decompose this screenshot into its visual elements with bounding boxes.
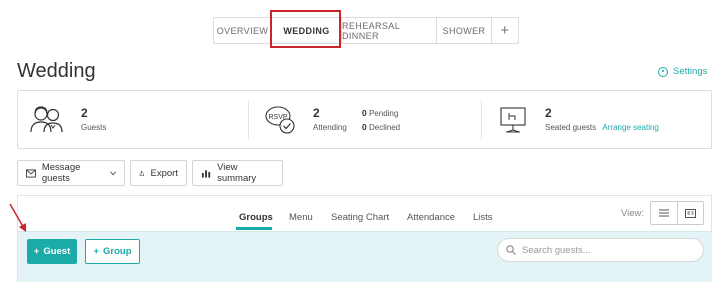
seated-count: 2	[545, 106, 552, 120]
seated-line: Seated guests Arrange seating	[545, 123, 659, 132]
declined-line: 0 Declined	[362, 122, 400, 132]
tab-overview[interactable]: OVERVIEW	[214, 18, 272, 43]
subtab-menu[interactable]: Menu	[289, 212, 313, 223]
page-title: Wedding	[17, 60, 96, 82]
gear-icon	[658, 66, 668, 77]
chevron-down-icon	[109, 170, 116, 176]
export-icon	[139, 170, 144, 176]
search-icon	[506, 245, 516, 255]
event-tabs: OVERVIEW WEDDING REHEARSAL DINNER SHOWER…	[213, 17, 519, 44]
guests-label: Guests	[81, 123, 107, 132]
tab-rehearsal-dinner[interactable]: REHEARSAL DINNER	[342, 18, 437, 43]
declined-count: 0	[362, 122, 367, 132]
pending-label: Pending	[368, 109, 399, 118]
message-guests-label: Message guests	[41, 162, 81, 184]
subtab-lists[interactable]: Lists	[473, 212, 493, 223]
stat-guests: 2 Guests	[18, 91, 248, 148]
card-view-icon	[684, 208, 696, 218]
couple-icon	[30, 106, 63, 133]
settings-label: Settings	[673, 66, 708, 77]
add-guest-label: Guest	[43, 246, 71, 257]
list-icon	[658, 209, 669, 217]
search-box	[497, 238, 704, 262]
stat-seated: 2 Seated guests Arrange seating	[482, 91, 712, 148]
highlight-annotation	[270, 10, 341, 48]
seated-label: Seated guests	[545, 123, 597, 132]
card-view-button[interactable]	[676, 202, 704, 224]
declined-label: Declined	[368, 123, 401, 132]
pending-count: 0	[362, 108, 367, 118]
arrange-seating-link[interactable]: Arrange seating	[602, 123, 658, 132]
search-input[interactable]	[522, 244, 692, 256]
add-event-button[interactable]: +	[492, 18, 518, 43]
tab-shower[interactable]: SHOWER	[437, 18, 492, 43]
plus-icon: +	[33, 246, 40, 257]
stat-attending: RSVP 2 Attending 0 Pending 0 Declined	[249, 91, 479, 148]
pending-line: 0 Pending	[362, 108, 398, 118]
bar-chart-icon	[201, 170, 211, 178]
rsvp-icon: RSVP	[265, 106, 295, 134]
add-group-label: Group	[103, 246, 132, 257]
annotation-arrow	[9, 203, 26, 232]
active-tab-indicator	[236, 227, 272, 230]
add-guest-button[interactable]: + Guest	[27, 239, 77, 264]
message-guests-button[interactable]: Message guests	[17, 160, 125, 186]
settings-link[interactable]: Settings	[658, 66, 707, 77]
subtab-seating-chart[interactable]: Seating Chart	[331, 212, 389, 223]
plus-icon: +	[93, 246, 100, 257]
stats-card: 2 Guests RSVP 2 Attending 0 Pending 0 De…	[17, 90, 712, 149]
envelope-icon	[26, 168, 36, 178]
list-view-button[interactable]	[651, 202, 677, 224]
view-summary-label: View summary	[217, 162, 257, 184]
seating-icon	[500, 107, 526, 133]
view-toggle	[650, 201, 704, 225]
subtab-groups[interactable]: Groups	[239, 212, 273, 223]
export-label: Export	[150, 167, 178, 179]
guests-count: 2	[81, 106, 88, 120]
view-summary-button[interactable]: View summary	[192, 160, 283, 186]
attending-label: Attending	[313, 123, 347, 132]
export-button[interactable]: Export	[130, 160, 187, 186]
attending-count: 2	[313, 106, 320, 120]
subtab-attendance[interactable]: Attendance	[407, 212, 455, 223]
add-group-button[interactable]: + Group	[85, 239, 140, 264]
view-label: View:	[621, 208, 645, 219]
